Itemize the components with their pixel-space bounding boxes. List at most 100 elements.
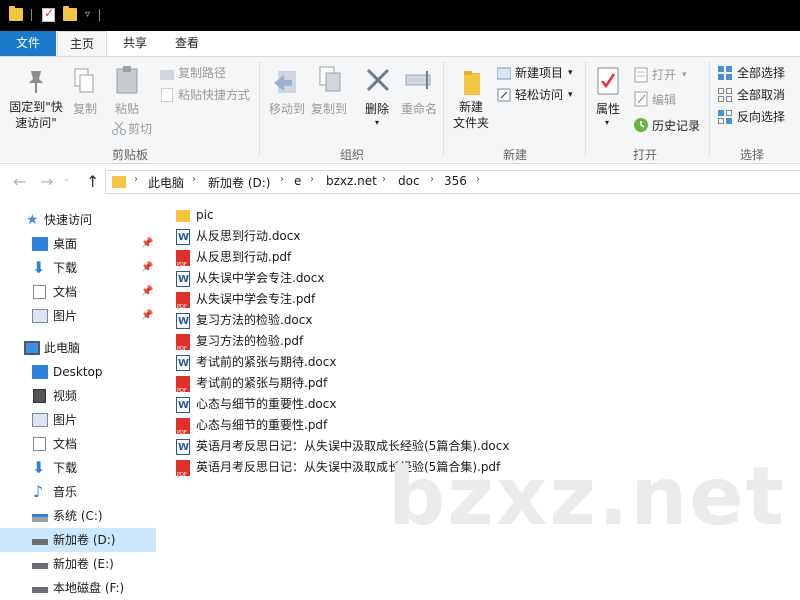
sidebar-item-this-pc[interactable]: 此电脑 — [0, 336, 156, 360]
easy-access-icon — [497, 88, 511, 105]
up-arrow-icon[interactable]: ↑ — [86, 172, 99, 191]
properties-quick-icon[interactable] — [42, 6, 55, 22]
back-arrow-icon[interactable]: ← — [13, 172, 26, 191]
sidebar-item-drive-f[interactable]: 本地磁盘 (F:) — [0, 576, 156, 600]
sidebar-item-documents[interactable]: 文档 📌 — [0, 280, 156, 304]
move-to-button[interactable]: 移动到 — [264, 101, 310, 117]
sidebar-item-documents-pc[interactable]: 文档 — [0, 432, 156, 456]
open-button[interactable]: 打开 — [652, 67, 676, 83]
address-bar[interactable]: › 此电脑 › 新加卷 (D:) › e › bzxz.net › doc › … — [105, 170, 800, 194]
easy-access-button[interactable]: 轻松访问 — [515, 87, 563, 103]
copy-path-button[interactable]: 复制路径 — [178, 65, 226, 81]
cut-button[interactable]: 剪切 — [128, 121, 152, 137]
file-name: 从反思到行动.docx — [196, 229, 301, 243]
title-bar: ▿ — [0, 0, 800, 31]
history-button[interactable]: 历史记录 — [652, 118, 700, 134]
file-name: pic — [196, 208, 214, 222]
sidebar-item-label: 图片 — [53, 309, 78, 323]
breadcrumb-e[interactable]: e — [294, 174, 301, 188]
pdf-icon — [176, 334, 190, 360]
breadcrumb-356[interactable]: 356 — [444, 174, 467, 188]
navigation-pane: ★ 快速访问 桌面 📌 ⬇ 下载 📌 文档 📌 图片 📌 此电脑 Desktop… — [0, 200, 158, 600]
group-separator — [709, 61, 710, 157]
file-name: 从反思到行动.pdf — [196, 250, 292, 264]
select-none-button[interactable]: 全部取消 — [737, 87, 785, 103]
breadcrumb-bzxz[interactable]: bzxz.net — [326, 174, 377, 188]
tab-view[interactable]: 查看 — [162, 31, 212, 56]
breadcrumb-doc[interactable]: doc — [398, 174, 420, 188]
new-folder-quick-icon[interactable] — [63, 6, 77, 21]
recent-locations-chevron-icon[interactable]: ⌄ — [63, 174, 71, 184]
sidebar-item-drive-c[interactable]: 系统 (C:) — [0, 504, 156, 528]
paste-icon — [115, 65, 139, 98]
copy-to-button[interactable]: 复制到 — [306, 101, 352, 117]
customize-quick-access-icon[interactable]: ▿ — [85, 9, 90, 20]
pin-icon[interactable]: 📌 — [141, 232, 153, 256]
sidebar-item-downloads-pc[interactable]: ⬇ 下载 — [0, 456, 156, 480]
document-icon — [33, 437, 46, 451]
edit-icon — [634, 91, 648, 110]
group-label-open: 打开 — [632, 148, 657, 162]
sidebar-item-music[interactable]: ♪ 音乐 — [0, 480, 156, 504]
group-separator — [259, 61, 260, 157]
select-none-icon — [717, 87, 733, 106]
breadcrumb-separator-icon[interactable]: › — [430, 174, 434, 185]
sidebar-item-drive-e[interactable]: 新加卷 (E:) — [0, 552, 156, 576]
breadcrumb-separator-icon[interactable]: › — [382, 174, 386, 185]
pin-icon[interactable]: 📌 — [141, 304, 153, 328]
breadcrumb-drive-d[interactable]: 新加卷 (D:) — [208, 174, 270, 191]
invert-selection-button[interactable]: 反向选择 — [737, 109, 785, 125]
tab-home[interactable]: 主页 — [57, 31, 107, 57]
tab-file[interactable]: 文件 — [0, 31, 56, 56]
rename-button[interactable]: 重命名 — [398, 101, 440, 117]
paste-button[interactable]: 粘贴 — [108, 101, 146, 117]
pin-icon[interactable]: 📌 — [141, 280, 153, 304]
select-all-button[interactable]: 全部选择 — [737, 65, 785, 81]
breadcrumb-separator-icon[interactable]: › — [310, 174, 314, 185]
sidebar-item-label: Desktop — [53, 365, 103, 379]
sidebar-item-label: 下载 — [53, 261, 78, 275]
breadcrumb-this-pc[interactable]: 此电脑 — [148, 174, 184, 191]
paste-shortcut-button[interactable]: 粘贴快捷方式 — [178, 87, 250, 103]
copy-button[interactable]: 复制 — [66, 101, 104, 117]
breadcrumb-separator-icon[interactable]: › — [192, 174, 196, 185]
sidebar-item-pictures[interactable]: 图片 📌 — [0, 304, 156, 328]
breadcrumb-separator-icon[interactable]: › — [476, 174, 480, 185]
new-folder-button[interactable]: 新建 文件夹 — [448, 99, 494, 131]
sidebar-item-downloads[interactable]: ⬇ 下载 📌 — [0, 256, 156, 280]
easy-access-dropdown-icon[interactable]: ▾ — [568, 87, 573, 103]
new-item-dropdown-icon[interactable]: ▾ — [568, 65, 573, 81]
edit-button[interactable]: 编辑 — [652, 92, 676, 108]
pin-icon[interactable]: 📌 — [141, 256, 153, 280]
picture-icon — [32, 413, 48, 427]
sidebar-item-label: 桌面 — [53, 237, 78, 251]
breadcrumb-separator-icon[interactable]: › — [280, 174, 284, 185]
sidebar-item-desktop-pc[interactable]: Desktop — [0, 360, 156, 384]
sidebar-item-pictures-pc[interactable]: 图片 — [0, 408, 156, 432]
pdf-icon — [176, 250, 190, 276]
pin-quick-access-button[interactable]: 固定到"快 速访问" — [2, 99, 70, 131]
scissors-icon — [112, 121, 126, 138]
sidebar-item-drive-d[interactable]: 新加卷 (D:) — [0, 528, 156, 552]
delete-dropdown-icon[interactable]: ▾ — [372, 115, 382, 131]
sidebar-item-label: 新加卷 (D:) — [53, 533, 116, 547]
drive-icon — [32, 587, 48, 593]
sidebar-item-videos[interactable]: 视频 — [0, 384, 156, 408]
system-drive-icon — [32, 514, 48, 522]
new-item-button[interactable]: 新建项目 — [515, 65, 563, 81]
sidebar-item-desktop[interactable]: 桌面 📌 — [0, 232, 156, 256]
sidebar-item-quick-access[interactable]: ★ 快速访问 — [0, 208, 156, 232]
properties-dropdown-icon[interactable]: ▾ — [602, 115, 612, 131]
breadcrumb-separator-icon[interactable]: › — [134, 174, 138, 185]
group-label-organize: 组织 — [339, 148, 364, 162]
new-folder-icon — [462, 69, 484, 98]
tab-share[interactable]: 共享 — [110, 31, 160, 56]
pdf-icon — [176, 376, 190, 402]
open-dropdown-icon[interactable]: ▾ — [682, 67, 687, 83]
sidebar-item-label: 文档 — [53, 437, 78, 451]
folder-icon — [9, 6, 23, 21]
open-icon — [634, 67, 648, 86]
forward-arrow-icon[interactable]: → — [40, 172, 53, 191]
file-name: 从失误中学会专注.docx — [196, 271, 325, 285]
drive-icon — [32, 539, 48, 545]
